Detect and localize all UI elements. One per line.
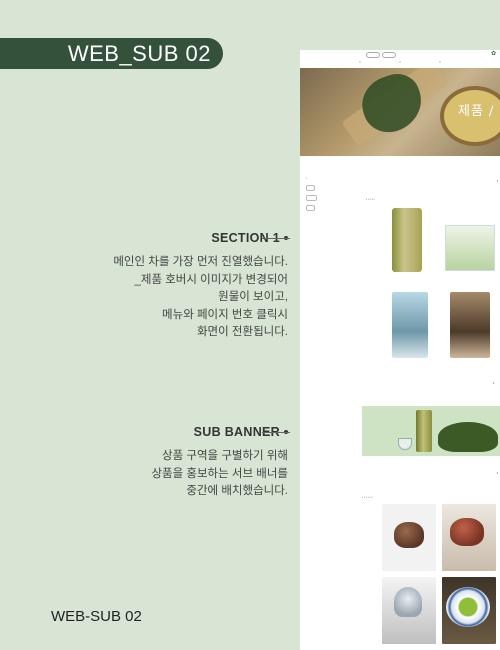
section-2-heading-mark: • [496, 470, 498, 475]
nav-item: • [439, 60, 441, 64]
category-bar: • • • • • [366, 197, 375, 201]
product-card [445, 225, 495, 271]
page-title-pill: WEB_SUB 02 [0, 38, 223, 69]
product-image-can [392, 208, 422, 272]
product-image-pouch [392, 292, 428, 358]
side-filter: • [306, 176, 308, 180]
section-1-line: 메뉴와 페이지 번호 클릭시 [162, 308, 288, 321]
tea-can-shape [416, 410, 432, 452]
sub-banner-line: 상품을 홍보하는 서브 배너를 [151, 467, 288, 480]
side-filter [306, 203, 317, 213]
product-image-pouch [450, 292, 490, 358]
section-1-leader-line [262, 238, 290, 239]
section-1-line: 원물이 보이고, [218, 291, 288, 303]
tea-cup-shape [398, 438, 412, 450]
site-topbar: ✿ • • • [300, 50, 500, 68]
sub-banner-leader-line [262, 432, 290, 433]
side-filter-list: • [306, 173, 318, 213]
teacup-photo [382, 577, 436, 644]
section-1-line: 화면이 전환됩니다. [196, 326, 288, 338]
page-title: WEB_SUB 02 [67, 40, 211, 66]
sub-banner [362, 406, 500, 456]
sub-banner-annotation: SUB BANNER 상품 구역을 구별하기 위해 상품을 홍보하는 서브 배너… [151, 425, 288, 501]
sub-banner-line: 상품 구역을 구별하기 위해 [162, 450, 288, 462]
product-card [450, 292, 490, 358]
sub-banner-description: 상품 구역을 구별하기 위해 상품을 홍보하는 서브 배너를 중간에 배치했습니… [151, 448, 288, 501]
pagination: • [493, 380, 495, 385]
product-card [392, 292, 428, 358]
nav-item: • [399, 60, 401, 64]
teapot-photo [382, 504, 436, 571]
site-nav: • • • [300, 60, 500, 64]
side-heading-mark: • [496, 178, 498, 183]
category-bar: • • • • • • [362, 495, 373, 499]
product-card [392, 208, 422, 272]
nav-item: • [359, 60, 361, 64]
logo-icon: ✿ [490, 51, 496, 57]
tea-leaves-shape [438, 422, 498, 452]
footer-label: WEB-SUB 02 [51, 608, 142, 625]
side-filter [306, 183, 317, 193]
teapot-photo [442, 504, 496, 571]
hero-image: 제품 / Pr [300, 68, 500, 156]
top-tab [366, 52, 380, 58]
hero-text: 제품 / Pr [458, 104, 500, 119]
website-screenshot: ✿ • • • 제품 / Pr • • • • • • • • [300, 50, 500, 650]
product-image-box [445, 225, 495, 271]
section-1-line: 메인인 차를 가장 먼저 진열했습니다. [113, 256, 288, 268]
section-1-description: 메인인 차를 가장 먼저 진열했습니다. _제품 호버시 이미지가 변경되어 원… [113, 254, 288, 342]
teacup-photo [442, 577, 496, 644]
sub-banner-line: 중간에 배치했습니다. [186, 485, 288, 497]
section-1-line: _제품 호버시 이미지가 변경되어 [134, 273, 288, 286]
side-filter [306, 193, 318, 203]
top-tab [382, 52, 396, 58]
section-1-annotation: SECTION 1 메인인 차를 가장 먼저 진열했습니다. _제품 호버시 이… [113, 231, 288, 342]
